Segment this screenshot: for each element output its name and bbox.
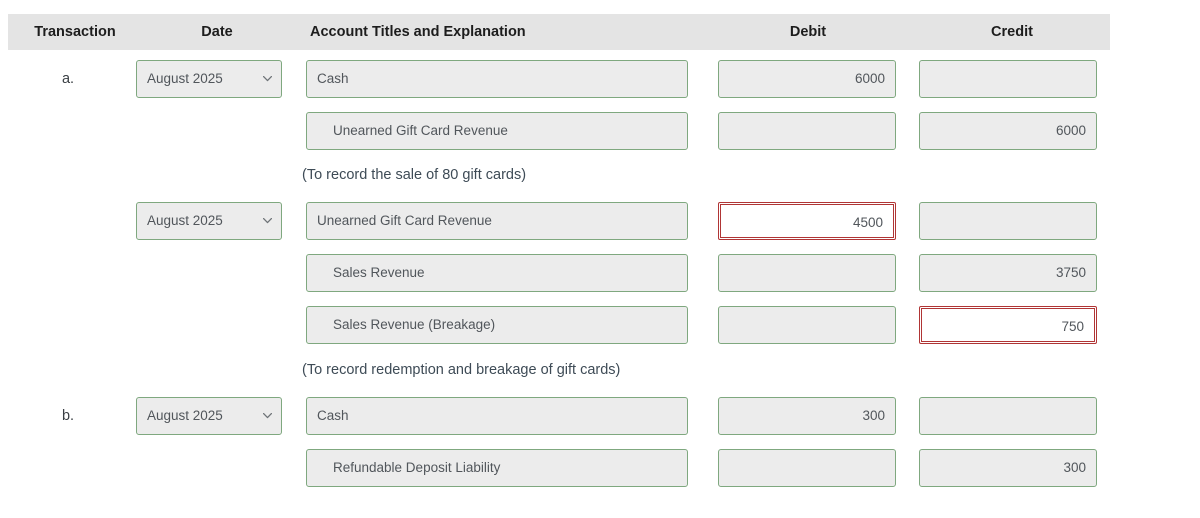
credit-amount-input[interactable]: 3750 — [919, 254, 1097, 292]
credit-amount-input[interactable]: 300 — [919, 449, 1097, 487]
account-title-input[interactable]: Cash — [306, 397, 688, 435]
table-row: Refundable Deposit Liability 300 — [0, 445, 1200, 491]
debit-amount-input[interactable] — [718, 254, 896, 292]
table-row: Sales Revenue (Breakage) 750 — [0, 302, 1200, 348]
table-row: Unearned Gift Card Revenue 6000 — [0, 108, 1200, 154]
debit-amount-input[interactable] — [718, 306, 896, 344]
debit-amount-input[interactable]: 4500 — [718, 202, 896, 240]
table-row: a. August 2025 Cash 6000 — [0, 56, 1200, 102]
date-select[interactable]: August 2025 — [136, 60, 282, 98]
credit-amount-input[interactable]: 750 — [919, 306, 1097, 344]
entry-explanation-text: (To record the sale of 80 gift cards) — [302, 167, 527, 183]
debit-amount-input[interactable] — [718, 449, 896, 487]
account-title-input[interactable]: Sales Revenue — [306, 254, 688, 292]
chevron-down-icon — [263, 413, 272, 419]
chevron-down-icon — [263, 76, 272, 82]
credit-amount-input[interactable] — [919, 60, 1097, 98]
date-select-value: August 2025 — [147, 408, 223, 423]
column-header-transaction: Transaction — [34, 24, 116, 40]
column-header-date: Date — [201, 24, 233, 40]
column-header-debit: Debit — [789, 24, 827, 40]
debit-amount-input[interactable]: 6000 — [718, 60, 896, 98]
credit-amount-input[interactable] — [919, 397, 1097, 435]
account-title-input[interactable]: Cash — [306, 60, 688, 98]
table-row: Sales Revenue 3750 — [0, 250, 1200, 296]
account-title-input[interactable]: Unearned Gift Card Revenue — [306, 202, 688, 240]
credit-amount-input[interactable]: 6000 — [919, 112, 1097, 150]
credit-amount-input[interactable] — [919, 202, 1097, 240]
table-row: b. August 2025 Cash 300 — [0, 393, 1200, 439]
account-title-input[interactable]: Sales Revenue (Breakage) — [306, 306, 688, 344]
account-title-input[interactable]: Unearned Gift Card Revenue — [306, 112, 688, 150]
date-select[interactable]: August 2025 — [136, 202, 282, 240]
table-row: August 2025 Unearned Gift Card Revenue 450… — [0, 198, 1200, 244]
account-title-input[interactable]: Refundable Deposit Liability — [306, 449, 688, 487]
chevron-down-icon — [263, 218, 272, 224]
date-select[interactable]: August 2025 — [136, 397, 282, 435]
entry-explanation-text: (To record redemption and breakage of gi… — [302, 362, 621, 378]
column-header-credit: Credit — [991, 24, 1033, 40]
debit-amount-input[interactable]: 300 — [718, 397, 896, 435]
transaction-label: a. — [61, 71, 75, 87]
date-select-value: August 2025 — [147, 71, 223, 86]
debit-amount-input[interactable] — [718, 112, 896, 150]
transaction-label: b. — [61, 408, 75, 424]
date-select-value: August 2025 — [147, 213, 223, 228]
column-header-account-titles: Account Titles and Explanation — [310, 24, 526, 40]
journal-entry-table: Transaction Date Account Titles and Expl… — [0, 0, 1200, 518]
table-header-row: Transaction Date Account Titles and Expl… — [8, 14, 1110, 50]
